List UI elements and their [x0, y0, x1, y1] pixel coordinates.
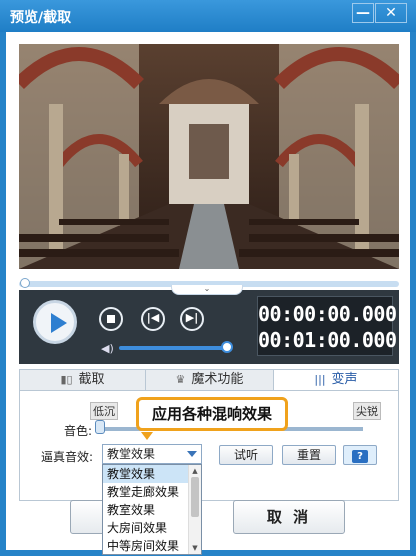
chevron-down-icon — [187, 451, 197, 457]
previous-icon: |◀ — [146, 311, 160, 324]
tab-label: 魔术功能 — [191, 372, 244, 387]
help-button[interactable]: ? — [343, 445, 377, 465]
tooltip-arrow — [141, 432, 153, 440]
timecode-display: 00:00:00.000 00:01:00.000 — [257, 296, 397, 356]
title-bar[interactable]: 预览/截取 — ✕ — [0, 0, 416, 32]
film-icon: ▮▯ — [60, 373, 73, 386]
tab-magic[interactable]: ♛ 魔术功能 — [146, 370, 274, 390]
scroll-up-icon[interactable]: ▲ — [190, 466, 200, 476]
reset-button[interactable]: 重置 — [282, 445, 336, 465]
current-time: 00:00:00.000 — [258, 302, 397, 326]
video-preview[interactable] — [19, 44, 399, 269]
tab-label: 截取 — [78, 372, 105, 387]
magic-hat-icon: ♛ — [175, 373, 186, 386]
dialog-window: 预览/截取 — ✕ |◀ ▶| ◀) 00:00:00.000 00:01:00… — [0, 0, 416, 556]
church-interior-image — [19, 44, 399, 269]
reverb-option[interactable]: 教堂走廊效果 — [103, 483, 201, 501]
dialog-body: |◀ ▶| ◀) 00:00:00.000 00:01:00.000 ⌄ ▮▯ 截… — [6, 32, 410, 555]
tab-trim[interactable]: ▮▯ 截取 — [20, 370, 146, 390]
pitch-low-label: 低沉 — [90, 402, 118, 420]
pitch-handle[interactable] — [95, 420, 105, 434]
tab-label: 变声 — [331, 372, 358, 387]
reverb-option[interactable]: 教室效果 — [103, 501, 201, 519]
help-icon: ? — [352, 450, 368, 463]
reverb-label: 逼真音效: — [41, 450, 94, 464]
reverb-tooltip: 应用各种混响效果 — [136, 397, 288, 431]
feature-tabs: ▮▯ 截取 ♛ 魔术功能 ||| 变声 — [19, 369, 399, 391]
listen-button[interactable]: 试听 — [219, 445, 273, 465]
volume-icon: ◀) — [101, 342, 114, 355]
player-controls: |◀ ▶| ◀) 00:00:00.000 00:01:00.000 — [19, 290, 399, 364]
play-button[interactable] — [33, 300, 77, 344]
reverb-select[interactable]: 教堂效果 — [102, 444, 202, 464]
window-title: 预览/截取 — [10, 10, 72, 26]
pitch-label: 音色: — [64, 424, 93, 438]
stop-button[interactable] — [99, 307, 123, 331]
tab-voice-change[interactable]: ||| 变声 — [274, 370, 398, 390]
dropdown-scrollbar[interactable]: ▲ ▼ — [188, 465, 201, 554]
next-frame-button[interactable]: ▶| — [180, 307, 204, 331]
cancel-button[interactable]: 取 消 — [233, 500, 345, 534]
reverb-option[interactable]: 大房间效果 — [103, 519, 201, 537]
stop-icon — [107, 315, 115, 323]
reverb-dropdown-list: 教堂效果 教堂走廊效果 教室效果 大房间效果 中等房间效果 ▲ ▼ — [102, 464, 202, 555]
minimize-button[interactable]: — — [352, 3, 374, 23]
sound-wave-icon: ||| — [314, 373, 326, 386]
previous-frame-button[interactable]: |◀ — [141, 307, 165, 331]
total-time: 00:01:00.000 — [258, 328, 397, 352]
scroll-down-icon[interactable]: ▼ — [190, 543, 200, 553]
volume-slider[interactable] — [119, 346, 227, 350]
reverb-option[interactable]: 中等房间效果 — [103, 537, 201, 555]
reverb-option[interactable]: 教堂效果 — [103, 465, 201, 483]
next-icon: ▶| — [185, 311, 199, 324]
pitch-high-label: 尖锐 — [353, 402, 381, 420]
volume-handle[interactable] — [221, 341, 233, 353]
scroll-thumb[interactable] — [191, 477, 199, 517]
progress-handle[interactable] — [20, 278, 30, 288]
collapse-toggle[interactable]: ⌄ — [171, 285, 243, 295]
reverb-selected-value: 教堂效果 — [107, 447, 156, 461]
close-button[interactable]: ✕ — [375, 3, 407, 23]
play-icon — [51, 313, 67, 333]
